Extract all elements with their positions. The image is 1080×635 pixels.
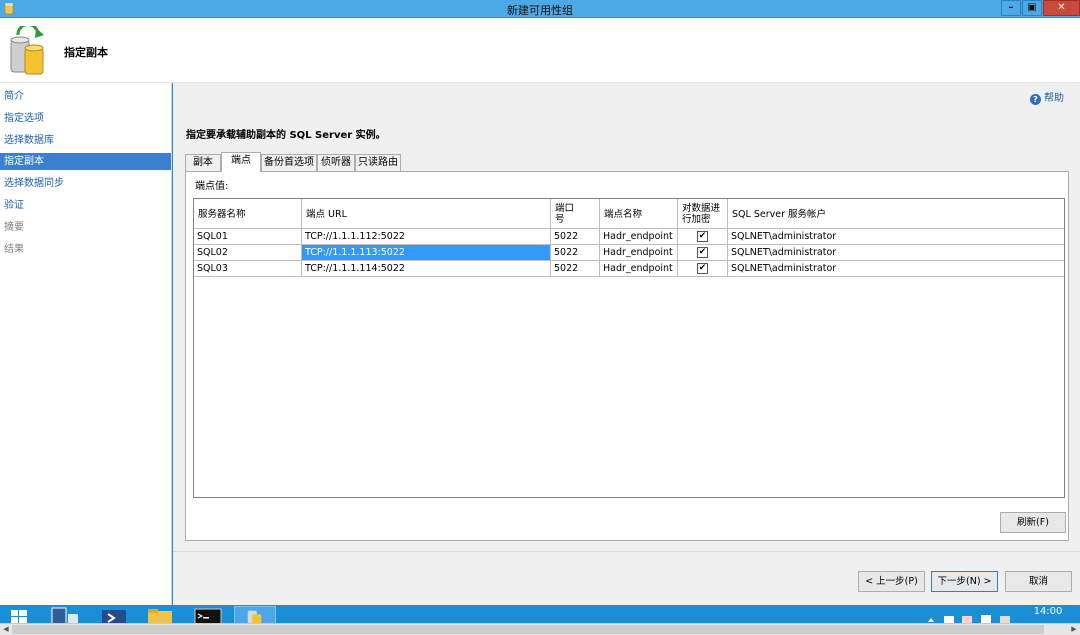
endpoints-panel: 端点值: 服务器名称 端点 URL 端口号 端点名称 对数据进行加密 SQL S… xyxy=(185,171,1069,541)
help-link[interactable]: ? 帮助 xyxy=(1030,89,1064,105)
help-icon: ? xyxy=(1030,94,1041,105)
page-title: 指定副本 xyxy=(64,46,108,59)
cell-account[interactable]: SQLNET\administrator xyxy=(728,245,1064,260)
sidebar-item-validation[interactable]: 验证 xyxy=(0,197,171,214)
cell-server: SQL02 xyxy=(194,245,302,260)
sidebar-item-databases[interactable]: 选择数据库 xyxy=(0,132,171,149)
column-header-url[interactable]: 端点 URL xyxy=(302,199,551,229)
tab-listener[interactable]: 侦听器 xyxy=(317,154,355,171)
sidebar-item-intro[interactable]: 简介 xyxy=(0,88,171,105)
encrypt-checkbox[interactable]: ✔ xyxy=(697,263,708,274)
scroll-right-icon[interactable]: ▶ xyxy=(1068,624,1080,635)
database-replica-icon xyxy=(10,26,44,75)
maximize-button[interactable]: ▣ xyxy=(1022,0,1042,16)
cell-account[interactable]: SQLNET\administrator xyxy=(728,261,1064,276)
cell-account[interactable]: SQLNET\administrator xyxy=(728,229,1064,244)
instruction-text: 指定要承载辅助副本的 SQL Server 实例。 xyxy=(186,130,386,141)
scroll-thumb[interactable] xyxy=(12,625,1044,634)
cell-url[interactable]: TCP://1.1.1.112:5022 xyxy=(302,229,551,244)
close-button[interactable]: ✕ xyxy=(1043,0,1080,16)
cell-url[interactable]: TCP://1.1.1.113:5022 xyxy=(302,245,551,260)
sidebar-item-replicas[interactable]: 指定副本 xyxy=(0,153,171,170)
wizard-header: 指定副本 xyxy=(0,18,1080,83)
cell-endpoint[interactable]: Hadr_endpoint xyxy=(600,261,678,276)
column-header-port[interactable]: 端口号 xyxy=(551,199,600,229)
cell-encrypt: ✔ xyxy=(678,229,728,244)
column-header-port-text: 端口号 xyxy=(555,203,575,225)
cell-url[interactable]: TCP://1.1.1.114:5022 xyxy=(302,261,551,276)
next-button[interactable]: 下一步(N) > xyxy=(931,571,998,592)
title-bar: 新建可用性组 – ▣ ✕ xyxy=(0,0,1080,18)
cell-encrypt: ✔ xyxy=(678,245,728,260)
cell-endpoint[interactable]: Hadr_endpoint xyxy=(600,245,678,260)
footer-divider xyxy=(173,551,1080,552)
column-header-encrypt-text: 对数据进行加密 xyxy=(682,203,721,225)
cell-port[interactable]: 5022 xyxy=(551,261,600,276)
wizard-sidebar: 简介 指定选项 选择数据库 指定副本 选择数据同步 验证 摘要 结果 xyxy=(0,83,172,605)
table-header: 服务器名称 端点 URL 端口号 端点名称 对数据进行加密 SQL Server… xyxy=(194,199,1064,229)
encrypt-checkbox[interactable]: ✔ xyxy=(697,247,708,258)
previous-button[interactable]: < 上一步(P) xyxy=(858,571,925,592)
encrypt-checkbox[interactable]: ✔ xyxy=(697,231,708,242)
help-label: 帮助 xyxy=(1044,93,1064,104)
refresh-button[interactable]: 刷新(F) xyxy=(1000,512,1066,533)
main-content: ? 帮助 指定要承载辅助副本的 SQL Server 实例。 副本 端点 备份首选… xyxy=(173,83,1080,605)
cancel-button[interactable]: 取消 xyxy=(1005,571,1072,592)
table-row[interactable]: SQL02 TCP://1.1.1.113:5022 5022 Hadr_end… xyxy=(194,245,1064,261)
tab-endpoints[interactable]: 端点 xyxy=(221,152,261,172)
scroll-left-icon[interactable]: ◀ xyxy=(0,624,12,635)
column-header-endpoint[interactable]: 端点名称 xyxy=(600,199,678,229)
column-header-account[interactable]: SQL Server 服务帐户 xyxy=(728,199,1064,229)
cell-server: SQL01 xyxy=(194,229,302,244)
window-title: 新建可用性组 xyxy=(507,4,573,17)
sidebar-item-options[interactable]: 指定选项 xyxy=(0,110,171,127)
column-header-encrypt[interactable]: 对数据进行加密 xyxy=(678,199,728,229)
sidebar-item-summary: 摘要 xyxy=(4,222,24,233)
horizontal-scrollbar[interactable]: ◀ ▶ xyxy=(0,623,1080,635)
tab-replicas[interactable]: 副本 xyxy=(185,154,221,171)
cell-port[interactable]: 5022 xyxy=(551,245,600,260)
endpoint-values-label: 端点值: xyxy=(195,181,229,192)
taskbar-clock[interactable]: 14:00 xyxy=(1026,606,1070,617)
minimize-button[interactable]: – xyxy=(1001,0,1021,16)
table-row[interactable]: SQL03 TCP://1.1.1.114:5022 5022 Hadr_end… xyxy=(194,261,1064,277)
column-header-server[interactable]: 服务器名称 xyxy=(194,199,302,229)
cell-encrypt: ✔ xyxy=(678,261,728,276)
cell-port[interactable]: 5022 xyxy=(551,229,600,244)
tab-backup-preferences[interactable]: 备份首选项 xyxy=(261,154,317,171)
cell-endpoint[interactable]: Hadr_endpoint xyxy=(600,229,678,244)
endpoints-table[interactable]: 服务器名称 端点 URL 端口号 端点名称 对数据进行加密 SQL Server… xyxy=(193,198,1065,498)
sidebar-item-data-sync[interactable]: 选择数据同步 xyxy=(0,175,171,192)
cell-server: SQL03 xyxy=(194,261,302,276)
sidebar-item-results: 结果 xyxy=(4,244,24,255)
tab-readonly-routing[interactable]: 只读路由 xyxy=(355,154,401,171)
table-row[interactable]: SQL01 TCP://1.1.1.112:5022 5022 Hadr_end… xyxy=(194,229,1064,245)
